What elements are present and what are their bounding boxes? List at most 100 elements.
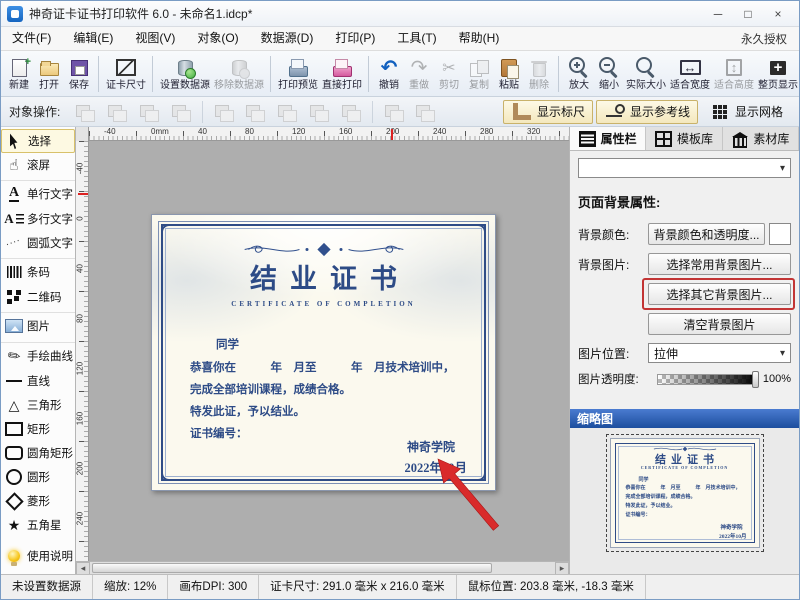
palette-tool[interactable]: 直线	[1, 369, 75, 393]
open-folder-icon	[36, 57, 62, 79]
palette-tool[interactable]: 菱形	[1, 489, 75, 513]
toolbar-button[interactable]: 适合宽度	[668, 56, 712, 92]
menu-bar: 文件(F)编辑(E)视图(V)对象(O)数据源(D)打印(P)工具(T)帮助(H…	[1, 27, 799, 51]
palette-tool[interactable]: 选择	[1, 129, 75, 153]
corner-ornament	[472, 467, 486, 481]
scroll-left-arrow[interactable]: ◂	[76, 562, 90, 575]
scroll-right-arrow[interactable]: ▸	[555, 562, 569, 575]
toolbar-button[interactable]: 设置数据源	[152, 56, 212, 92]
view-toggle-button[interactable]: 显示标尺	[503, 100, 593, 124]
object-selector-dropdown[interactable]: ▾	[578, 158, 791, 178]
full-page-icon	[765, 57, 791, 79]
flourish-ornament	[236, 241, 412, 258]
panel-tab[interactable]: 素材库	[723, 127, 799, 150]
ruler-tick-label: 0mm	[151, 128, 169, 136]
menu-item[interactable]: 工具(T)	[386, 27, 447, 50]
print-preview-icon	[285, 57, 311, 79]
send-to-back-icon	[104, 101, 130, 123]
palette-tool[interactable]: 二维码	[1, 285, 75, 309]
palette-tool[interactable]: 手绘曲线	[1, 342, 75, 369]
slider-handle[interactable]	[752, 371, 759, 388]
scrollbar-thumb[interactable]	[92, 563, 492, 573]
toolbar-button[interactable]: 缩小	[594, 56, 624, 92]
certificate-issuer: 神奇学院	[407, 438, 455, 455]
triangle-icon	[3, 395, 25, 415]
palette-tool[interactable]: 五角星	[1, 513, 75, 537]
toolbar-button[interactable]: 打开	[34, 56, 64, 92]
align-right-icon	[274, 101, 300, 123]
toolbar-button[interactable]: 整页显示	[756, 56, 799, 92]
choose-other-bg-button[interactable]: 选择其它背景图片...	[648, 283, 791, 305]
menu-item[interactable]: 编辑(E)	[62, 27, 124, 50]
bg-color-button[interactable]: 背景颜色和透明度...	[648, 223, 765, 245]
toolbar-button[interactable]: 适合高度	[712, 56, 756, 92]
toolbar-button[interactable]: 剪切	[434, 56, 464, 92]
view-toggle-button[interactable]: 显示网格	[701, 100, 791, 124]
menu-item[interactable]: 数据源(D)	[250, 27, 325, 50]
design-canvas[interactable]: 结业证书 CERTIFICATE OF COMPLETION 同学 恭喜你在 年…	[89, 141, 569, 561]
ruler-tick-label: 120	[292, 128, 305, 136]
palette-tool[interactable]: 圆形	[1, 465, 75, 489]
clear-bg-button[interactable]: 清空背景图片	[648, 313, 791, 335]
toolbar-button[interactable]: 粘贴	[494, 56, 524, 92]
object-operations-label: 对象操作:	[9, 103, 60, 120]
toolbar-button[interactable]: 重做	[404, 56, 434, 92]
thumbnail-preview[interactable]: 结业证书 CERTIFICATE OF COMPLETION 同学 恭喜你在 年…	[610, 438, 760, 548]
menu-item[interactable]: 帮助(H)	[448, 27, 511, 50]
ruler-tick-label: 80	[245, 128, 254, 136]
barcode-icon	[3, 262, 25, 282]
status-cell: 画布DPI: 300	[168, 575, 259, 599]
toolbar-button[interactable]: 删除	[524, 56, 554, 92]
card-size-icon	[113, 57, 139, 79]
palette-tool[interactable]: 三角形	[1, 393, 75, 417]
guideline-icon	[604, 102, 626, 122]
image-position-dropdown[interactable]: 拉伸 ▾	[648, 343, 791, 363]
bulb-icon	[3, 546, 25, 566]
minimize-button[interactable]: ─	[703, 2, 733, 26]
corner-ornament	[161, 467, 175, 481]
thumbnail-area: 结业证书 CERTIFICATE OF COMPLETION 同学 恭喜你在 年…	[570, 428, 799, 574]
toolbar-button[interactable]: 保存	[64, 56, 94, 92]
mouse-position-marker-h	[391, 129, 393, 140]
ruler-tick-label: 240	[76, 512, 85, 526]
bg-color-label: 背景颜色:	[578, 226, 648, 243]
window-title: 神奇证卡证书打印软件 6.0 - 未命名1.idcp*	[29, 5, 252, 22]
panel-tab[interactable]: 属性栏	[570, 127, 646, 150]
opacity-slider[interactable]	[657, 374, 758, 385]
palette-tool[interactable]: 矩形	[1, 417, 75, 441]
horizontal-scrollbar[interactable]: ◂ ▸	[76, 561, 569, 574]
toolbar-button[interactable]: 直接打印	[320, 56, 364, 92]
toolbar-button[interactable]: 撤销	[368, 56, 404, 92]
bg-color-swatch[interactable]	[769, 223, 791, 245]
palette-tool[interactable]: 条码	[1, 258, 75, 285]
menu-item[interactable]: 对象(O)	[186, 27, 249, 50]
palette-tool[interactable]: 单行文字	[1, 180, 75, 207]
ruler-tick-label: 160	[339, 128, 352, 136]
choose-common-bg-button[interactable]: 选择常用背景图片...	[648, 253, 791, 275]
palette-tool[interactable]: 圆角矩形	[1, 441, 75, 465]
toolbar-button[interactable]: 放大	[558, 56, 594, 92]
toolbar-button[interactable]: 复制	[464, 56, 494, 92]
toolbar-button[interactable]: 移除数据源	[212, 56, 266, 92]
close-button[interactable]: ×	[763, 2, 793, 26]
menu-item[interactable]: 打印(P)	[324, 27, 386, 50]
menu-item[interactable]: 文件(F)	[1, 27, 62, 50]
menu-item[interactable]: 视图(V)	[124, 27, 186, 50]
palette-tool[interactable]: 滚屏	[1, 153, 75, 177]
help-item[interactable]: 使用说明	[1, 544, 75, 568]
palette-tool[interactable]: 多行文字	[1, 207, 75, 231]
palette-tool[interactable]: 图片	[1, 312, 75, 339]
bg-image-label: 背景图片:	[578, 256, 648, 273]
toolbar-button[interactable]: 新建	[4, 56, 34, 92]
toolbar-button[interactable]: 打印预览	[270, 56, 320, 92]
select-cursor-icon	[4, 131, 26, 151]
certificate-page[interactable]: 结业证书 CERTIFICATE OF COMPLETION 同学 恭喜你在 年…	[151, 214, 496, 491]
view-toggle-button[interactable]: 显示参考线	[596, 100, 698, 124]
cut-icon	[436, 57, 462, 79]
palette-tool[interactable]: 圆弧文字	[1, 231, 75, 255]
toolbar-button[interactable]: 实际大小	[624, 56, 668, 92]
maximize-button[interactable]: □	[733, 2, 763, 26]
toolbar-button[interactable]: 证卡尺寸	[98, 56, 148, 92]
scrollbar-track[interactable]	[90, 562, 555, 574]
panel-tab[interactable]: 模板库	[646, 127, 722, 150]
